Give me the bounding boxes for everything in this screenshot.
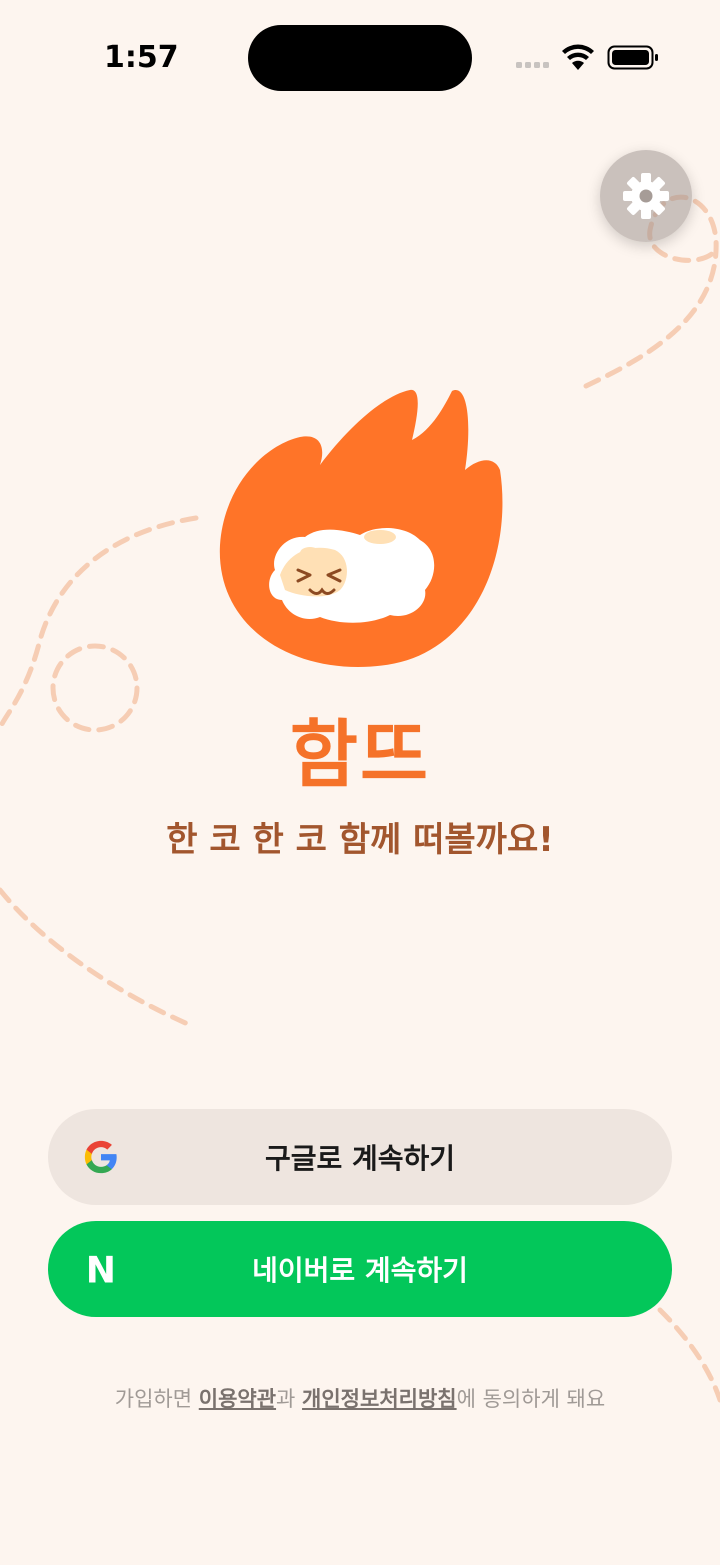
naver-login-label: 네이버로 계속하기 — [252, 1254, 468, 1287]
gear-icon — [623, 173, 669, 219]
google-logo-icon — [84, 1140, 117, 1174]
privacy-policy-link[interactable]: 개인정보처리방침 — [302, 1387, 457, 1411]
svg-text:N: N — [86, 1249, 116, 1289]
naver-logo-icon: N — [86, 1249, 116, 1289]
terms-suffix: 에 동의하게 돼요 — [456, 1387, 606, 1411]
terms-prefix: 가입하면 — [114, 1387, 199, 1411]
app-title: 함뜨 — [289, 712, 431, 798]
naver-login-button[interactable]: N 네이버로 계속하기 — [48, 1221, 672, 1317]
battery-icon — [607, 45, 658, 70]
status-icons — [516, 44, 658, 70]
dynamic-island — [248, 25, 472, 91]
status-time: 1:57 — [104, 40, 179, 75]
wifi-icon — [562, 44, 594, 70]
settings-button[interactable] — [600, 150, 692, 242]
google-login-label: 구글로 계속하기 — [264, 1142, 456, 1175]
terms-notice: 가입하면 이용약관과 개인정보처리방침에 동의하게 돼요 — [0, 1383, 720, 1413]
terms-of-service-link[interactable]: 이용약관 — [199, 1387, 276, 1411]
signal-icon — [516, 62, 549, 68]
terms-conjunction: 과 — [276, 1387, 303, 1411]
app-tagline: 한 코 한 코 함께 떠볼까요! — [166, 820, 554, 860]
google-login-button[interactable]: 구글로 계속하기 — [48, 1109, 672, 1205]
app-logo-fire-hamster — [219, 389, 503, 667]
